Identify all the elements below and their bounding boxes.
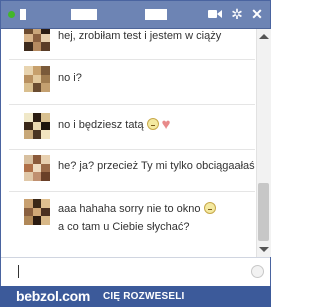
watermark-banner: bebzol.com CIĘ ROZWESELI [0,286,271,307]
smiley-icon [203,202,216,214]
video-call-icon[interactable] [207,6,223,22]
message-divider [9,149,255,150]
emoji-picker-icon[interactable] [251,265,264,278]
scroll-up-arrow-icon[interactable] [259,34,269,39]
heart-icon: ♥ [161,116,171,133]
message-divider [9,191,255,192]
message-text: no i będziesz tatą ♥ [58,116,171,133]
scrollbar-thumb[interactable] [258,183,269,241]
text-caret [18,265,19,278]
message-text: a co tam u Ciebie słychać? [58,221,190,233]
message-text: no i? [58,72,82,84]
message-text: he? ja? przecież Ty mi tylko obciągaałaś [58,160,255,172]
avatar [24,155,50,181]
online-status-icon [8,11,15,18]
scroll-down-arrow-icon[interactable] [259,247,269,252]
brand-slogan: CIĘ ROZWESELI [103,291,185,302]
avatar [24,29,50,51]
message-text-content: aaa hahaha sorry nie to okno [58,203,201,215]
gear-icon[interactable]: ✲ [229,6,245,22]
avatar [24,113,50,139]
chat-window: ✲ ✕ hej, zrobiłam test i jestem w ciąży … [0,0,271,307]
chat-titlebar[interactable]: ✲ ✕ [1,1,270,29]
message-text: aaa hahaha sorry nie to okno [58,202,216,216]
message-scrollbar[interactable] [256,29,271,257]
avatar [24,66,50,92]
brand-logo: bebzol.com [16,288,91,304]
message-divider [9,59,255,60]
message-text-content: no i będziesz tatą [58,119,144,131]
avatar [24,199,50,225]
close-icon[interactable]: ✕ [249,6,265,22]
message-text: hej, zrobiłam test i jestem w ciąży [58,30,222,42]
contact-name-redacted [20,9,26,20]
message-input[interactable] [1,257,270,288]
smiley-icon [146,118,159,130]
contact-name-redacted [145,9,167,20]
message-divider [9,104,255,105]
message-list: hej, zrobiłam test i jestem w ciąży no i… [1,29,255,257]
contact-name-redacted [71,9,97,20]
